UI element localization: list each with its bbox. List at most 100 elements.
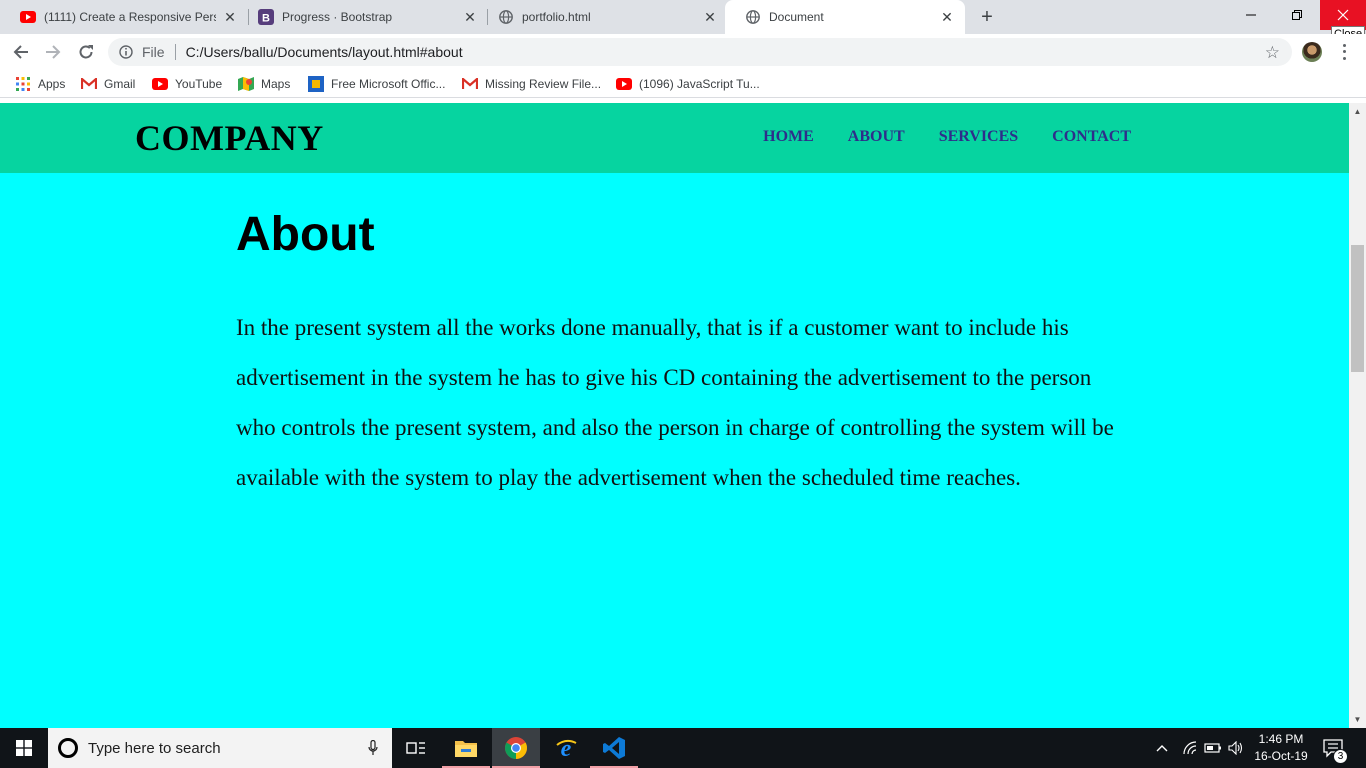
clock-time: 1:46 PM [1258,732,1304,746]
bookmarks-bar: Apps Gmail YouTube Maps Free Microsoft O… [0,70,1366,98]
tab-strip: (1111) Create a Responsive Personal ✕ B … [0,0,1366,42]
forward-button[interactable] [41,40,65,64]
network-status[interactable] [1182,728,1198,768]
site-header: COMPANY HOME ABOUT SERVICES CONTACT [0,103,1349,173]
taskbar-chrome[interactable] [492,728,540,768]
bookmark-gmail[interactable]: Gmail [81,75,135,93]
reload-icon [79,45,93,59]
close-tab-icon[interactable]: ✕ [462,9,478,25]
svg-text:e: e [561,736,572,760]
youtube-icon [616,76,632,92]
back-arrow-icon [13,45,28,59]
tab-title: (1111) Create a Responsive Personal [44,10,216,24]
bookmark-maps[interactable]: Maps [238,75,290,93]
restore-button[interactable] [1274,0,1320,30]
edge-icon: e [556,736,577,760]
browser-toolbar: File C:/Users/ballu/Documents/layout.htm… [0,34,1366,70]
scroll-up-arrow-icon[interactable]: ▲ [1349,103,1366,120]
gmail-icon [462,76,478,92]
minimize-button[interactable] [1228,0,1274,30]
bookmark-youtube[interactable]: YouTube [152,75,222,93]
globe-icon [498,9,514,25]
close-tab-icon[interactable]: ✕ [702,9,718,25]
gmail-icon [81,76,97,92]
page-scrollbar[interactable]: ▲ ▼ [1349,103,1366,728]
bootstrap-icon: B [258,9,274,25]
chrome-icon [505,737,527,759]
windows-logo-icon [16,740,32,756]
svg-text:B: B [262,13,270,25]
bookmark-star-icon[interactable]: ☆ [1265,43,1280,63]
office-icon [308,76,324,92]
about-heading: About [236,208,375,261]
info-icon[interactable] [118,44,134,60]
profile-avatar[interactable] [1302,42,1322,62]
search-placeholder: Type here to search [88,739,221,757]
battery-status[interactable] [1204,728,1222,768]
bookmark-label: Maps [261,77,291,91]
nav-about-link[interactable]: ABOUT [848,128,905,146]
globe-icon [745,9,761,25]
site-nav: HOME ABOUT SERVICES CONTACT [763,128,1131,146]
scroll-thumb[interactable] [1351,245,1364,372]
new-tab-button[interactable]: + [976,6,998,28]
forward-arrow-icon [46,45,61,59]
speaker-icon [1228,741,1243,755]
maps-icon [238,76,254,92]
tab-document[interactable]: Document ✕ [725,0,965,34]
taskbar-edge[interactable]: e [542,728,590,768]
tab-portfolio[interactable]: portfolio.html ✕ [478,0,728,34]
bookmark-microsoft-office[interactable]: Free Microsoft Offic... [308,75,445,93]
task-view-button[interactable] [392,728,440,768]
file-explorer-icon [455,741,477,757]
show-hidden-icons-button[interactable] [1156,728,1168,768]
address-bar[interactable]: File C:/Users/ballu/Documents/layout.htm… [108,38,1292,66]
taskbar-search[interactable]: Type here to search [48,728,392,768]
nav-services-link[interactable]: SERVICES [939,128,1018,146]
youtube-icon [152,76,168,92]
close-tab-icon[interactable]: ✕ [222,9,238,25]
close-icon [1337,9,1349,21]
cortana-icon [58,738,78,758]
windows-taskbar: Type here to search e 1:46 PM 16-Oct-19 … [0,728,1366,768]
page-viewport: COMPANY HOME ABOUT SERVICES CONTACT Abou… [0,103,1349,728]
bookmark-apps[interactable]: Apps [15,75,65,93]
microphone-icon[interactable] [368,740,378,756]
browser-menu-icon[interactable] [1336,42,1352,62]
nav-contact-link[interactable]: CONTACT [1052,128,1131,146]
start-button[interactable] [0,728,48,768]
bookmark-label: Free Microsoft Offic... [331,77,446,91]
youtube-icon [20,9,36,25]
tab-title: Progress · Bootstrap [282,10,393,24]
about-section: About In the present system all the work… [236,205,1116,503]
reload-button[interactable] [74,40,98,64]
omnibox-divider [174,44,176,60]
bookmark-label: Missing Review File... [485,77,602,91]
volume-control[interactable] [1228,728,1244,768]
taskbar-clock[interactable]: 1:46 PM 16-Oct-19 [1250,731,1312,765]
site-logo[interactable]: COMPANY [135,117,324,159]
battery-icon [1204,743,1221,753]
close-tab-icon[interactable]: ✕ [939,9,955,25]
bookmark-label: Gmail [104,77,136,91]
restore-icon [1292,10,1302,20]
tab-bootstrap-progress[interactable]: B Progress · Bootstrap ✕ [238,0,488,34]
taskbar-file-explorer[interactable] [442,728,490,768]
task-view-icon [406,742,425,754]
bookmark-label: (1096) JavaScript Tu... [639,77,760,91]
bookmark-javascript-tutorial[interactable]: (1096) JavaScript Tu... [616,75,760,93]
chevron-up-icon [1156,745,1168,752]
bookmark-missing-review[interactable]: Missing Review File... [462,75,601,93]
tab-youtube-responsive[interactable]: (1111) Create a Responsive Personal ✕ [0,0,248,34]
apps-grid-icon [15,76,31,92]
bookmark-label: YouTube [175,77,223,91]
scroll-down-arrow-icon[interactable]: ▼ [1349,711,1366,728]
tab-title: portfolio.html [522,10,591,24]
url-text[interactable]: C:/Users/ballu/Documents/layout.html#abo… [186,44,463,60]
nav-home-link[interactable]: HOME [763,128,814,146]
back-button[interactable] [9,40,33,64]
clock-date: 16-Oct-19 [1254,749,1308,763]
tab-title: Document [769,10,824,24]
taskbar-vscode[interactable] [590,728,638,768]
about-paragraph: In the present system all the works done… [236,315,1114,490]
